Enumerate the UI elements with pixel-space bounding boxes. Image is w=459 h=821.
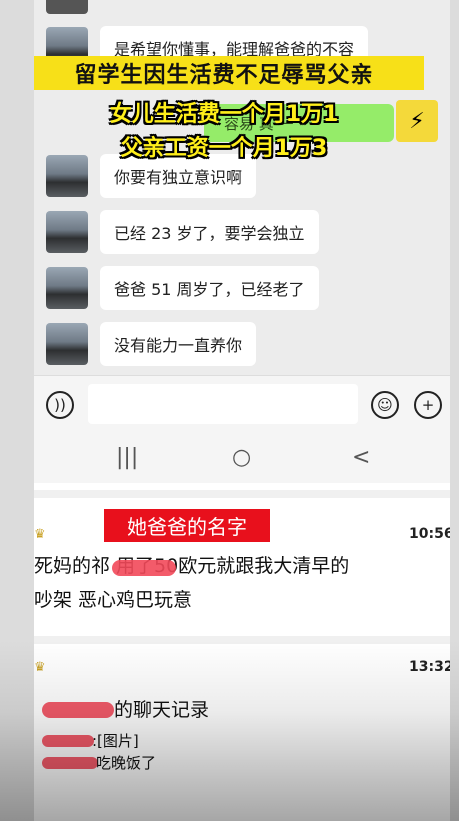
record-line: :[图片]	[92, 732, 139, 750]
caption-line-1: 女儿生活费一个月1万1	[109, 102, 339, 127]
name-tag-label: 她爸爸的名字	[104, 509, 270, 542]
chat-input-bar: )) ☺ +	[34, 375, 450, 434]
emoji-icon[interactable]: ☺	[371, 391, 399, 419]
message-bubble: 没有能力一直养你	[100, 322, 257, 366]
plus-icon[interactable]: +	[414, 391, 442, 419]
crown-icon: ♛	[34, 527, 46, 542]
message-bubble: 爸爸 51 周岁了，已经老了	[100, 266, 319, 310]
message-bubble: 已经 23 岁了，要学会独立	[100, 210, 319, 254]
redaction-scribble	[112, 560, 176, 576]
home-icon[interactable]: ○	[232, 445, 251, 470]
recent-apps-icon[interactable]: |||	[116, 445, 138, 470]
back-icon[interactable]: <	[352, 445, 370, 470]
post-time: 10:56	[409, 526, 450, 542]
post-time: 13:32	[409, 659, 450, 675]
divider	[34, 636, 450, 644]
headline-banner: 留学生因生活费不足辱骂父亲	[34, 56, 424, 90]
record-line: 吃晚饭了	[96, 754, 157, 772]
post-line: 死妈的祁 用了50欧元就跟我大清早的	[34, 555, 350, 577]
crown-icon: ♛	[34, 660, 46, 675]
message-row: 已经 23 岁了，要学会独立	[46, 210, 319, 254]
divider	[34, 490, 450, 498]
post-line: 吵架 恶心鸡巴玩意	[34, 589, 193, 611]
avatar	[46, 211, 88, 253]
redaction-scribble	[42, 757, 98, 769]
avatar	[46, 0, 88, 14]
message-row: 爸爸 51 周岁了，已经老了	[46, 266, 319, 310]
avatar	[46, 267, 88, 309]
caption-line-2: 父亲工资一个月1万3	[120, 136, 328, 161]
voice-icon[interactable]: ))	[46, 391, 74, 419]
avatar	[46, 323, 88, 365]
redaction-scribble	[42, 702, 114, 718]
chat-record-title: 的聊天记录	[114, 699, 210, 721]
system-nav-bar: ||| ○ <	[34, 433, 450, 483]
phone-screen: 是希望你懂事，能理解爸爸的不容 容易 真 一 ⚡ 你要有独立意识啊 已经 23 …	[34, 0, 450, 821]
message-input[interactable]	[88, 384, 358, 424]
message-row: 没有能力一直养你	[46, 322, 257, 366]
redaction-scribble	[42, 735, 94, 747]
